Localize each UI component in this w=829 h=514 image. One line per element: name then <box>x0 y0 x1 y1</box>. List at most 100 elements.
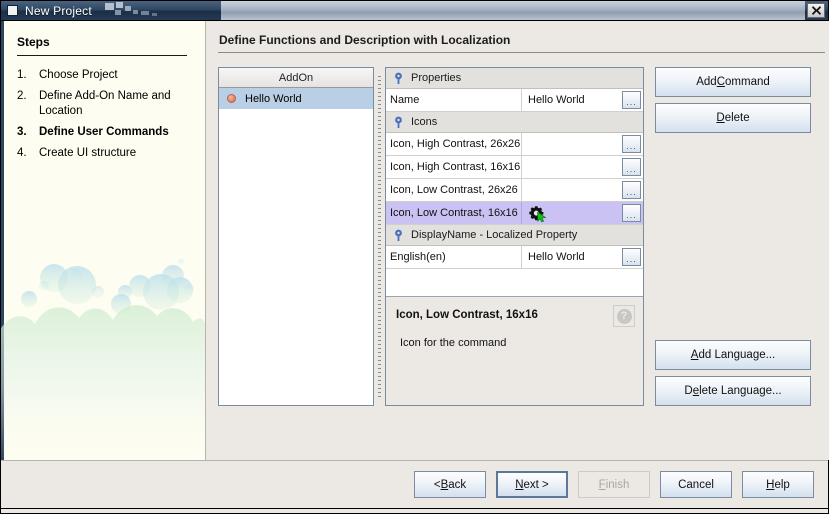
step-item-1: 1. Choose Project <box>17 68 193 83</box>
pin-icon <box>393 72 404 85</box>
property-group-label: DisplayName - Localized Property <box>411 229 578 241</box>
property-group-icons[interactable]: Icons <box>386 112 643 133</box>
addon-tree-header: AddOn <box>219 68 373 88</box>
step-label: Choose Project <box>39 69 118 81</box>
window-bottom-edge <box>1 508 828 513</box>
window-title: New Project <box>25 3 92 18</box>
back-button[interactable]: < Back <box>414 471 486 498</box>
add-language-button[interactable]: Add Language... <box>655 340 811 370</box>
finish-button: Finish <box>578 471 650 498</box>
next-button[interactable]: Next > <box>496 471 568 498</box>
add-command-pre: Add <box>696 76 717 88</box>
step-number: 1. <box>17 69 27 81</box>
property-row-icon-hc-16[interactable]: Icon, High Contrast, 16x16 ... <box>386 156 643 179</box>
delete-language-pre: D <box>684 385 693 397</box>
back-post: ack <box>448 478 467 491</box>
property-name: Icon, High Contrast, 26x26 <box>386 133 522 155</box>
delete-language-post: lete Language... <box>699 385 782 397</box>
add-command-mnemonic: C <box>716 76 726 88</box>
property-name: Name <box>386 89 522 111</box>
property-group-label: Icons <box>411 116 438 128</box>
property-row-english[interactable]: English(en) Hello World ... <box>386 246 643 269</box>
step-item-2: 2. Define Add-On Name and Location <box>17 89 193 119</box>
step-number: 3. <box>17 126 27 138</box>
help-post: elp <box>774 478 790 491</box>
title-divider <box>218 52 825 53</box>
main-panel: Define Functions and Description with Lo… <box>206 21 829 460</box>
tree-item-hello-world[interactable]: Hello World <box>219 88 373 109</box>
property-ellipsis-button[interactable]: ... <box>622 248 641 266</box>
side-spacer <box>655 133 825 340</box>
panes-row: AddOn Hello World Properties Name Hello … <box>218 67 825 460</box>
property-grid[interactable]: Properties Name Hello World ... Icons Ic… <box>386 68 643 297</box>
property-row-icon-hc-26[interactable]: Icon, High Contrast, 26x26 ... <box>386 133 643 156</box>
tree-item-label: Hello World <box>245 92 302 105</box>
property-group-displayname[interactable]: DisplayName - Localized Property <box>386 225 643 246</box>
property-value[interactable] <box>522 202 622 224</box>
property-group-label: Properties <box>411 72 462 84</box>
delete-mnemonic: D <box>716 112 725 124</box>
next-post: ext > <box>523 478 549 491</box>
step-number: 4. <box>17 147 27 159</box>
property-value[interactable] <box>522 156 622 178</box>
gear-cursor-icon <box>528 205 548 222</box>
finish-mnemonic: F <box>598 478 606 491</box>
property-ellipsis-button[interactable]: ... <box>622 91 641 109</box>
addon-tree[interactable]: AddOn Hello World <box>218 67 374 406</box>
dialog-content: Steps 1. Choose Project 2. Define Add-On… <box>1 21 829 460</box>
pin-icon <box>393 116 404 129</box>
property-row-name[interactable]: Name Hello World ... <box>386 89 643 112</box>
finish-post: inish <box>605 478 630 491</box>
pin-icon <box>393 229 404 242</box>
delete-button[interactable]: Delete <box>655 103 811 133</box>
help-icon[interactable]: ? <box>613 305 635 327</box>
property-value[interactable] <box>522 179 622 201</box>
property-name: Icon, High Contrast, 16x16 <box>386 156 522 178</box>
command-bullet-icon <box>227 94 236 103</box>
titlebar-filler <box>220 1 805 20</box>
cancel-button[interactable]: Cancel <box>660 471 732 498</box>
property-name: Icon, Low Contrast, 16x16 <box>386 202 522 224</box>
delete-language-button[interactable]: De lete Language... <box>655 376 811 406</box>
property-grid-scroll: Properties Name Hello World ... Icons Ic… <box>386 68 643 296</box>
add-language-post: dd Language... <box>698 349 776 361</box>
side-button-column: Add Command Delete Add Language... De let… <box>655 67 825 406</box>
steps-divider <box>17 55 187 56</box>
property-ellipsis-button[interactable]: ... <box>622 135 641 153</box>
property-ellipsis-button[interactable]: ... <box>622 158 641 176</box>
cancel-mnemonic: C <box>678 478 687 491</box>
add-language-mnemonic: A <box>690 349 699 361</box>
property-row-icon-lc-26[interactable]: Icon, Low Contrast, 26x26 ... <box>386 179 643 202</box>
step-label: Define Add-On Name and Location <box>39 90 171 117</box>
properties-panel: Properties Name Hello World ... Icons Ic… <box>385 67 644 406</box>
property-ellipsis-button[interactable]: ... <box>622 181 641 199</box>
property-ellipsis-button[interactable]: ... <box>622 204 641 222</box>
description-text: Icon for the command <box>400 337 507 349</box>
add-command-button[interactable]: Add Command <box>655 67 811 97</box>
property-name: Icon, Low Contrast, 26x26 <box>386 179 522 201</box>
delete-post: elete <box>724 112 750 124</box>
cancel-post: ancel <box>686 478 714 491</box>
decorative-bubbles <box>1 220 205 460</box>
step-item-3: 3. Define User Commands <box>17 125 193 140</box>
help-mnemonic: H <box>766 478 775 491</box>
property-value[interactable] <box>522 133 622 155</box>
step-label: Define User Commands <box>39 126 169 138</box>
pane-splitter[interactable] <box>374 67 385 406</box>
property-value[interactable]: Hello World <box>522 89 622 111</box>
add-command-post: ommand <box>725 76 770 88</box>
help-button[interactable]: Help <box>742 471 814 498</box>
window-titlebar: New Project <box>1 1 828 21</box>
page-title: Define Functions and Description with Lo… <box>219 33 511 47</box>
next-mnemonic: N <box>515 478 524 491</box>
close-icon[interactable] <box>807 3 825 18</box>
property-value[interactable]: Hello World <box>522 246 622 268</box>
back-pre: < <box>433 478 441 491</box>
steps-inner: Steps 1. Choose Project 2. Define Add-On… <box>1 21 205 161</box>
steps-panel: Steps 1. Choose Project 2. Define Add-On… <box>1 21 206 460</box>
titlebar-decoration <box>101 1 221 20</box>
steps-heading: Steps <box>17 35 50 49</box>
property-row-icon-lc-16[interactable]: Icon, Low Contrast, 16x16 ... <box>386 202 643 225</box>
property-group-properties[interactable]: Properties <box>386 68 643 89</box>
help-glyph: ? <box>616 308 632 324</box>
